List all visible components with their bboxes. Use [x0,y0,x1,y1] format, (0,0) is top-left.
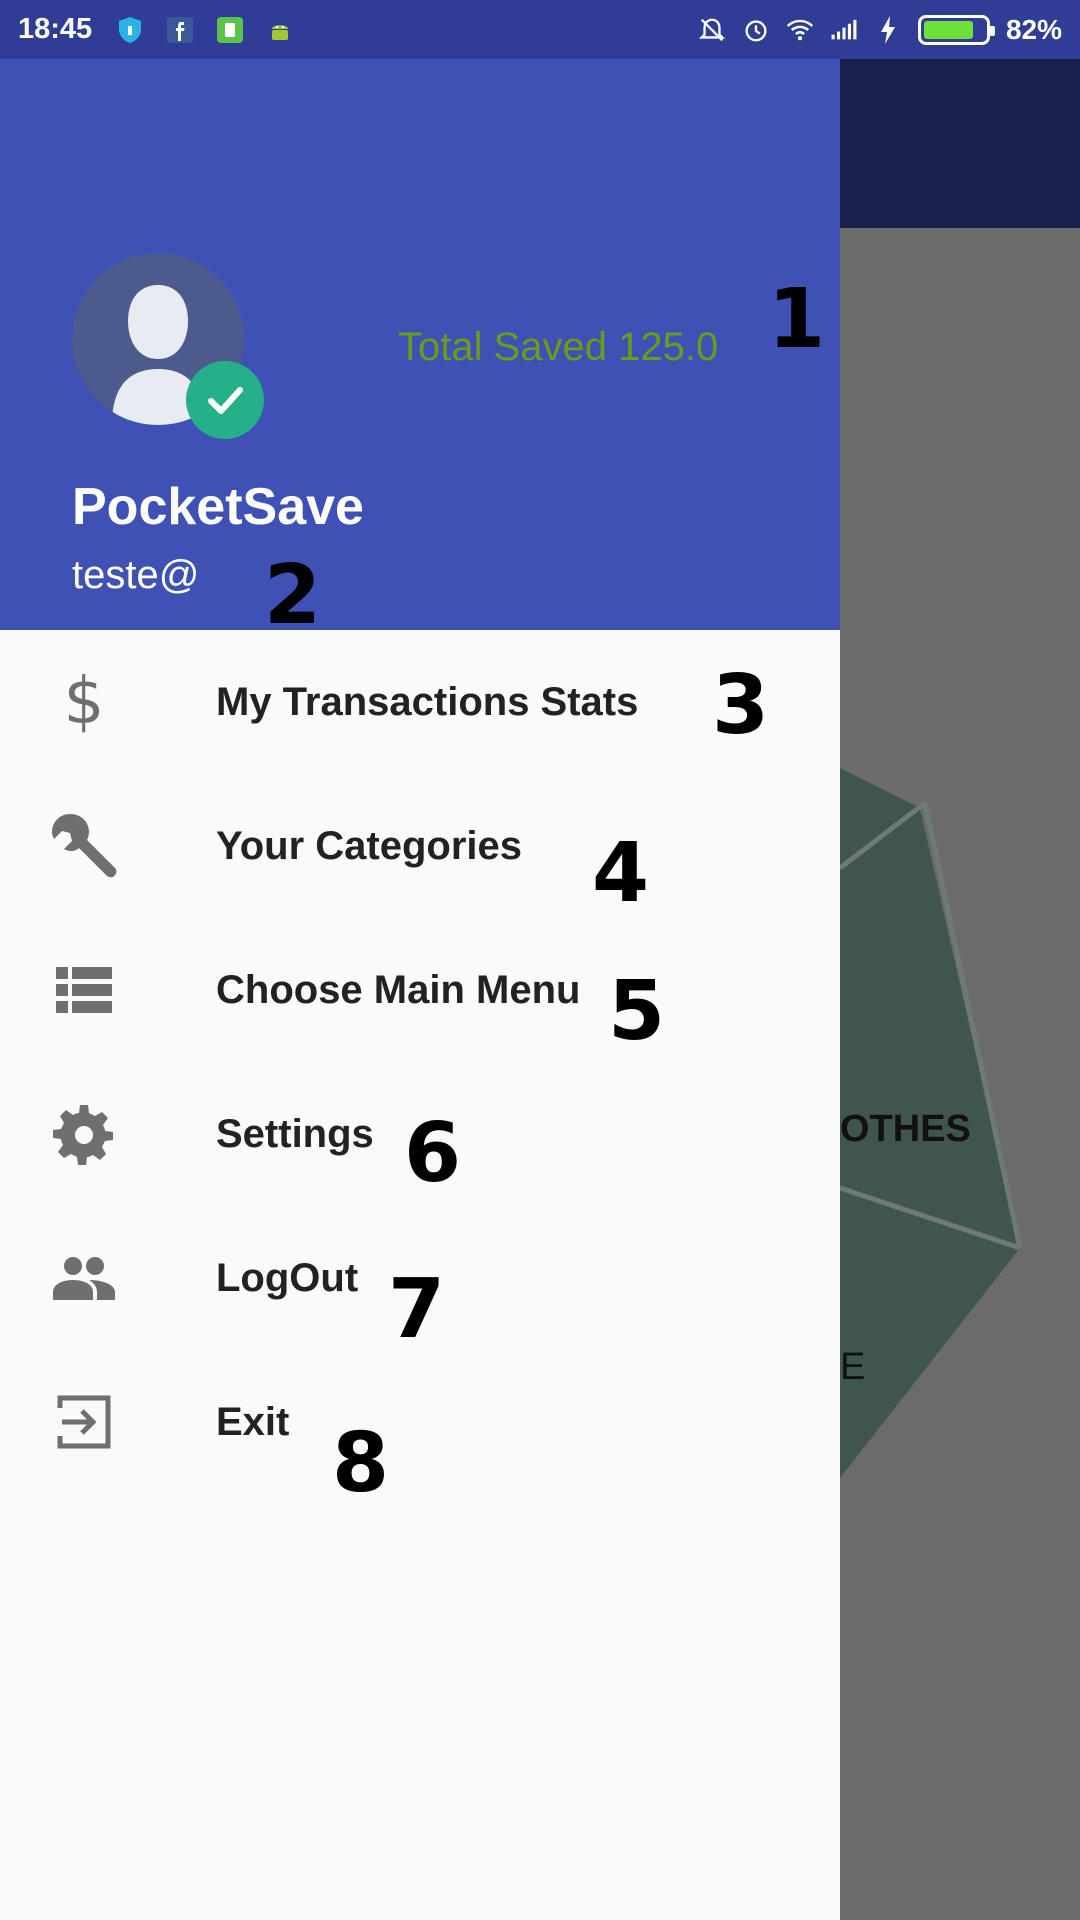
status-bar: 18:45 82% [0,0,1080,59]
dollar-icon: $ [63,665,105,739]
alarm-off-icon [698,16,726,44]
status-time: 18:45 [18,13,93,45]
battery-percent: 82% [1005,13,1062,45]
facebook-icon [166,16,194,44]
background-pie-shape [840,768,1023,1478]
menu-item-label: Settings [216,1111,374,1156]
menu-item-choose-main-menu[interactable]: Choose Main Menu [0,918,840,1062]
menu-item-label: Your Categories [216,823,522,868]
signal-icon [830,16,858,44]
android-icon [266,16,294,44]
drawer-header: Total Saved 125.0 PocketSave teste@ [0,59,840,630]
gear-icon [48,1098,120,1170]
annotation-number: 6 [404,1106,462,1201]
annotation-number: 5 [608,964,666,1059]
annotation-number: 4 [592,826,650,921]
list-icon [48,954,120,1026]
wifi-icon [786,16,814,44]
sim-icon [216,16,244,44]
background-label-2: E [840,1346,866,1388]
charging-icon [874,15,902,44]
total-saved: Total Saved 125.0 [398,325,719,369]
background-toolbar [840,59,1080,228]
app-name: PocketSave [72,478,364,536]
alarm-icon [742,16,770,44]
background-app[interactable]: OTHES E [840,59,1080,1920]
background-label-1: OTHES [840,1108,971,1150]
annotation-number: 8 [332,1416,390,1511]
menu-item-label: Exit [216,1399,290,1444]
annotation-number: 3 [712,658,770,753]
navigation-drawer: Total Saved 125.0 PocketSave teste@ $ My… [0,59,840,1920]
wrench-icon [48,810,120,882]
menu-item-label: LogOut [216,1255,359,1300]
background-content: OTHES E [840,228,1080,1920]
annotation-number: 1 [768,272,826,367]
battery-fill [923,20,974,39]
battery-icon [917,14,995,45]
menu-item-exit[interactable]: Exit [0,1350,840,1494]
people-icon [48,1242,120,1314]
user-email: teste@ [72,553,200,597]
menu-item-label: Choose Main Menu [216,967,581,1012]
annotation-number: 7 [388,1262,446,1357]
menu-item-label: My Transactions Stats [216,679,639,724]
exit-icon [48,1386,120,1458]
shield-icon [116,16,144,44]
menu-item-categories[interactable]: Your Categories [0,774,840,918]
annotation-number: 2 [264,548,322,643]
verified-check-icon [186,361,264,439]
